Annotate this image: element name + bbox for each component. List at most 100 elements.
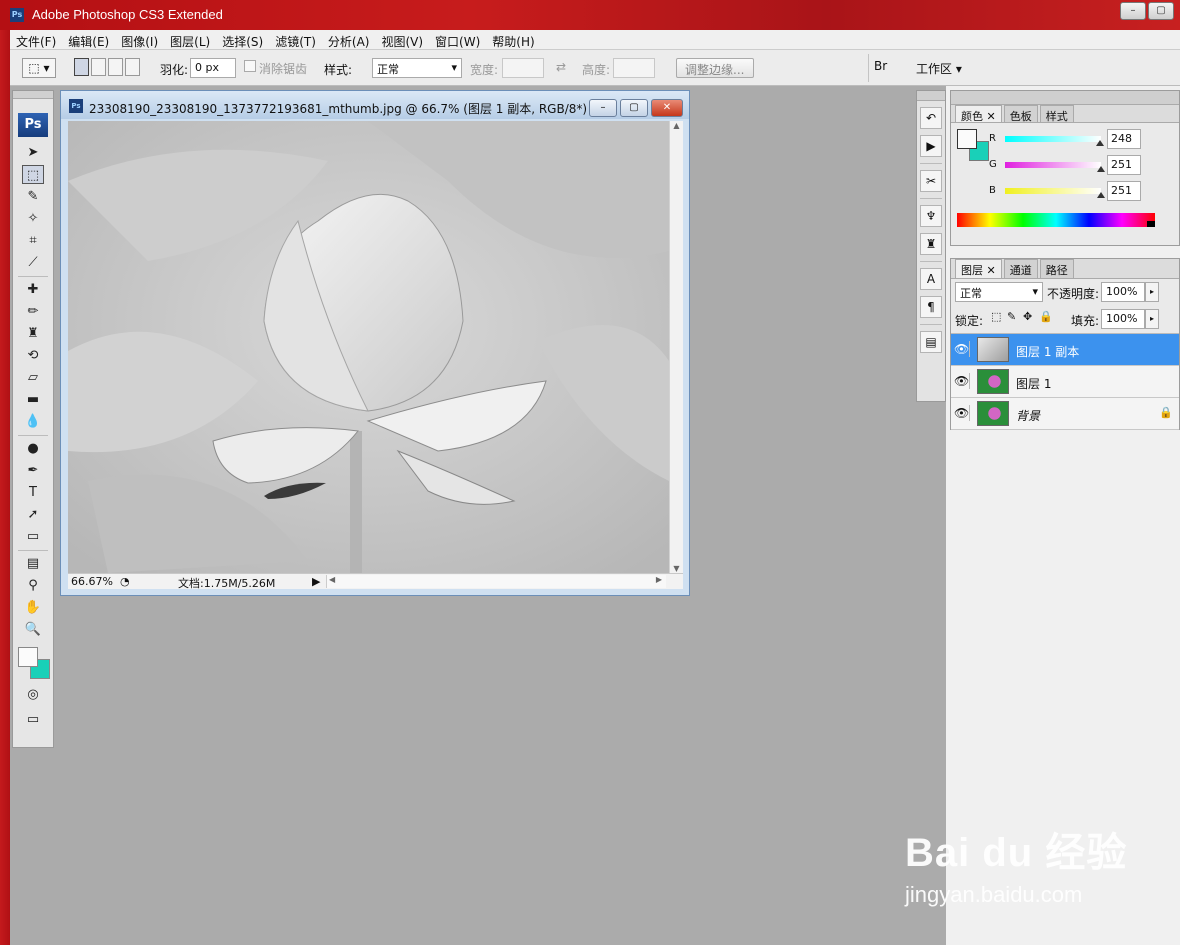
opacity-slider-icon[interactable]: ▸	[1145, 282, 1159, 302]
brushes-icon[interactable]: ♆	[920, 205, 942, 227]
lasso-tool[interactable]: ✎	[22, 187, 44, 206]
r-slider-thumb[interactable]	[1096, 140, 1104, 146]
fill-slider-icon[interactable]: ▸	[1145, 309, 1159, 329]
pen-tool[interactable]: ✒	[22, 461, 44, 480]
menu-layer[interactable]: 图层(L)	[164, 30, 216, 49]
layer-row[interactable]: 👁 背景 🔒	[951, 398, 1179, 430]
eyedropper-tool[interactable]: ⚲	[22, 576, 44, 595]
menu-analysis[interactable]: 分析(A)	[322, 30, 376, 49]
bridge-icon[interactable]: Br	[874, 59, 896, 77]
menu-help[interactable]: 帮助(H)	[486, 30, 540, 49]
eraser-tool[interactable]: ▱	[22, 368, 44, 387]
dodge-tool[interactable]: ●	[22, 439, 44, 458]
eye-icon[interactable]: 👁	[954, 373, 970, 389]
foreground-color-swatch[interactable]	[18, 647, 38, 667]
history-icon[interactable]: ↶	[920, 107, 942, 129]
scroll-up-icon[interactable]: ▲	[670, 121, 683, 130]
feather-input[interactable]: 0 px	[190, 58, 236, 78]
vertical-scrollbar[interactable]: ▲ ▼	[669, 121, 683, 573]
tab-styles[interactable]: 样式	[1039, 105, 1074, 123]
toolbox-grip[interactable]	[13, 91, 53, 99]
spectrum-black-chip[interactable]	[1147, 221, 1155, 227]
blur-tool[interactable]: 💧	[22, 412, 44, 431]
refine-edge-button[interactable]: 调整边缘...	[676, 58, 754, 78]
panel-foreground-swatch[interactable]	[957, 129, 977, 149]
lock-transparent-icon[interactable]: ⬚	[991, 310, 1001, 323]
fill-input[interactable]: 100%	[1101, 309, 1145, 329]
menu-file[interactable]: 文件(F)	[10, 30, 62, 49]
tab-swatches[interactable]: 色板	[1003, 105, 1038, 123]
b-slider-thumb[interactable]	[1097, 192, 1105, 198]
crop-tool[interactable]: ⌗	[22, 231, 44, 250]
photoshop-logo[interactable]: Ps	[18, 113, 48, 137]
maximize-button[interactable]: ▢	[1148, 2, 1174, 20]
close-icon[interactable]: ✕	[987, 264, 996, 277]
lock-position-icon[interactable]: ✥	[1023, 310, 1032, 323]
magic-wand-tool[interactable]: ✧	[22, 209, 44, 228]
g-value-input[interactable]: 251	[1107, 155, 1141, 175]
clone-source-icon[interactable]: ♜	[920, 233, 942, 255]
healing-brush-tool[interactable]: ✚	[22, 280, 44, 299]
antialias-checkbox[interactable]	[244, 60, 256, 72]
lock-image-icon[interactable]: ✎	[1007, 310, 1016, 323]
zoom-tool[interactable]: 🔍	[22, 620, 44, 639]
eye-icon[interactable]: 👁	[954, 341, 970, 357]
r-value-input[interactable]: 248	[1107, 129, 1141, 149]
notes-tool[interactable]: ▤	[22, 554, 44, 573]
add-selection-icon[interactable]	[91, 58, 106, 76]
tab-paths[interactable]: 路径	[1039, 259, 1074, 278]
r-slider[interactable]	[1005, 136, 1101, 142]
strip-grip[interactable]	[917, 91, 945, 101]
eye-icon[interactable]: 👁	[954, 405, 970, 421]
menu-filter[interactable]: 滤镜(T)	[269, 30, 322, 49]
gradient-tool[interactable]: ▬	[22, 390, 44, 409]
clone-stamp-tool[interactable]: ♜	[22, 324, 44, 343]
doc-minimize-button[interactable]: –	[589, 99, 617, 117]
workspace-menu[interactable]: 工作区 ▾	[916, 60, 962, 77]
width-input[interactable]	[502, 58, 544, 78]
status-info-icon[interactable]: ◔	[120, 575, 130, 588]
intersect-selection-icon[interactable]	[125, 58, 140, 76]
menu-view[interactable]: 视图(V)	[375, 30, 429, 49]
opacity-input[interactable]: 100%	[1101, 282, 1145, 302]
b-slider[interactable]	[1005, 188, 1101, 194]
color-spectrum-bar[interactable]	[957, 213, 1155, 227]
g-slider-thumb[interactable]	[1097, 166, 1105, 172]
new-selection-icon[interactable]	[74, 58, 89, 76]
scroll-left-icon[interactable]: ◀	[329, 575, 335, 584]
zoom-level[interactable]: 66.67%	[71, 575, 113, 588]
tool-preset-picker[interactable]: ⬚ ▾	[22, 58, 56, 78]
scroll-down-icon[interactable]: ▼	[670, 564, 683, 573]
menu-image[interactable]: 图像(I)	[115, 30, 164, 49]
doc-maximize-button[interactable]: ▢	[620, 99, 648, 117]
b-value-input[interactable]: 251	[1107, 181, 1141, 201]
blend-mode-select[interactable]: 正常 ▾	[955, 282, 1043, 302]
actions-icon[interactable]: ▶	[920, 135, 942, 157]
minimize-button[interactable]: –	[1120, 2, 1146, 20]
slice-tool[interactable]: ⟋	[22, 253, 44, 272]
layer-comps-icon[interactable]: ▤	[920, 331, 942, 353]
path-selection-tool[interactable]: ➚	[22, 505, 44, 524]
marquee-tool[interactable]: ⬚	[22, 165, 44, 184]
menu-select[interactable]: 选择(S)	[216, 30, 269, 49]
swap-dimensions-icon[interactable]: ⇄	[556, 60, 566, 74]
shape-tool[interactable]: ▭	[22, 527, 44, 546]
character-icon[interactable]: A	[920, 268, 942, 290]
brush-tool[interactable]: ✏	[22, 302, 44, 321]
layer-row[interactable]: 👁 图层 1	[951, 366, 1179, 398]
menu-edit[interactable]: 编辑(E)	[62, 30, 115, 49]
tab-layers[interactable]: 图层 ✕	[955, 259, 1002, 278]
g-slider[interactable]	[1005, 162, 1101, 168]
screen-mode-icon[interactable]: ▭	[22, 710, 44, 729]
image-canvas[interactable]	[68, 121, 669, 573]
doc-close-button[interactable]: ✕	[651, 99, 683, 117]
close-icon[interactable]: ✕	[987, 110, 996, 123]
tab-color[interactable]: 颜色 ✕	[955, 105, 1002, 123]
document-titlebar[interactable]: Ps 23308190_23308190_1373772193681_mthum…	[61, 91, 689, 119]
subtract-selection-icon[interactable]	[108, 58, 123, 76]
height-input[interactable]	[613, 58, 655, 78]
type-tool[interactable]: T	[22, 483, 44, 502]
horizontal-scrollbar[interactable]: ◀ ▶	[326, 575, 666, 588]
tool-presets-icon[interactable]: ✂	[920, 170, 942, 192]
scroll-right-icon[interactable]: ▶	[656, 575, 662, 584]
